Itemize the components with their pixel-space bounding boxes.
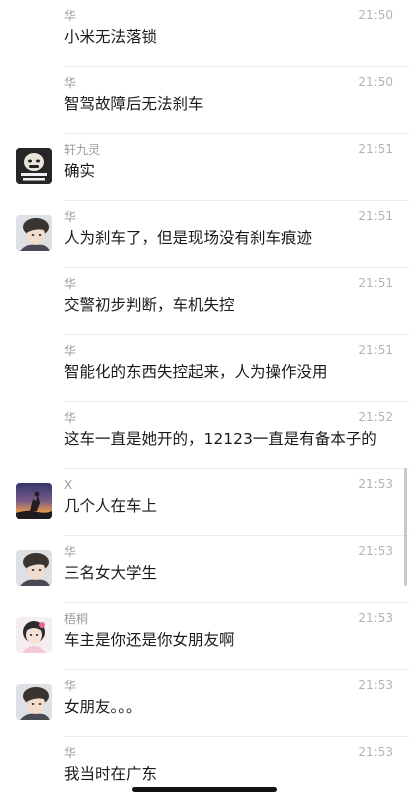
message-time: 21:53 bbox=[358, 544, 393, 558]
message-item[interactable]: 轩九灵 21:51 确实 bbox=[0, 134, 409, 201]
message-text: 这车一直是她开的，12123一直是有备本子的 bbox=[64, 430, 377, 448]
message-text: 小米无法落锁 bbox=[64, 28, 158, 46]
message-time: 21:51 bbox=[358, 209, 393, 223]
message-item[interactable]: 华 21:52 这车一直是她开的，12123一直是有备本子的 bbox=[0, 402, 409, 469]
message-time: 21:50 bbox=[358, 75, 393, 89]
sender-name: 华 bbox=[64, 344, 77, 358]
wutong-avatar-icon bbox=[16, 617, 52, 653]
avatar[interactable] bbox=[16, 148, 52, 184]
message-time: 21:53 bbox=[358, 678, 393, 692]
message-text: 人为刹车了，但是现场没有刹车痕迹 bbox=[64, 229, 313, 247]
avatar[interactable] bbox=[16, 215, 52, 251]
message-text: 我当时在广东 bbox=[64, 765, 158, 783]
avatar[interactable] bbox=[16, 483, 52, 519]
scrollbar[interactable] bbox=[404, 468, 407, 586]
message-item[interactable]: X 21:53 几个人在车上 bbox=[0, 469, 409, 536]
sender-name: 华 bbox=[64, 545, 77, 559]
message-time: 21:53 bbox=[358, 745, 393, 759]
message-item[interactable]: 梧桐 21:53 车主是你还是你女朋友啊 bbox=[0, 603, 409, 670]
message-text: 确实 bbox=[64, 162, 96, 180]
message-time: 21:51 bbox=[358, 276, 393, 290]
message-time: 21:50 bbox=[358, 8, 393, 22]
message-text: 车主是你还是你女朋友啊 bbox=[64, 631, 235, 649]
message-item[interactable]: 华 21:51 智能化的东西失控起来，人为操作没用 bbox=[0, 335, 409, 402]
message-time: 21:52 bbox=[358, 410, 393, 424]
message-text: 交警初步判断，车机失控 bbox=[64, 296, 235, 314]
sender-name: 华 bbox=[64, 210, 77, 224]
message-item[interactable]: 华 21:53 女朋友。。。 bbox=[0, 670, 409, 737]
chat-message-list[interactable]: 华 21:50 小米无法落锁 华 21:50 智驾故障后无法刹车 轩九灵 21:… bbox=[0, 0, 409, 800]
message-item[interactable]: 华 21:51 交警初步判断，车机失控 bbox=[0, 268, 409, 335]
message-text: 智驾故障后无法刹车 bbox=[64, 95, 204, 113]
hua-avatar-icon bbox=[16, 550, 52, 586]
message-time: 21:51 bbox=[358, 343, 393, 357]
sender-name: X bbox=[64, 478, 73, 492]
message-text: 三名女大学生 bbox=[64, 564, 158, 582]
sender-name: 华 bbox=[64, 9, 77, 23]
sender-name: 华 bbox=[64, 411, 77, 425]
message-text: 智能化的东西失控起来，人为操作没用 bbox=[64, 363, 328, 381]
sender-name: 华 bbox=[64, 76, 77, 90]
sender-name: 华 bbox=[64, 679, 77, 693]
sender-name: 梧桐 bbox=[64, 612, 89, 626]
message-text: 女朋友。。。 bbox=[64, 698, 142, 716]
x-avatar-icon bbox=[16, 483, 52, 519]
hua-avatar-icon bbox=[16, 215, 52, 251]
avatar[interactable] bbox=[16, 550, 52, 586]
message-item[interactable]: 华 21:51 人为刹车了，但是现场没有刹车痕迹 bbox=[0, 201, 409, 268]
message-time: 21:53 bbox=[358, 611, 393, 625]
xuan-avatar-icon bbox=[16, 148, 52, 184]
home-indicator[interactable] bbox=[132, 787, 277, 792]
message-item[interactable]: 华 21:53 三名女大学生 bbox=[0, 536, 409, 603]
sender-name: 华 bbox=[64, 746, 77, 760]
hua-avatar-icon bbox=[16, 684, 52, 720]
avatar[interactable] bbox=[16, 617, 52, 653]
avatar[interactable] bbox=[16, 684, 52, 720]
message-item[interactable]: 华 21:50 智驾故障后无法刹车 bbox=[0, 67, 409, 134]
message-time: 21:51 bbox=[358, 142, 393, 156]
message-item[interactable]: 华 21:50 小米无法落锁 bbox=[0, 0, 409, 67]
message-time: 21:53 bbox=[358, 477, 393, 491]
message-text: 几个人在车上 bbox=[64, 497, 158, 515]
sender-name: 轩九灵 bbox=[64, 143, 101, 157]
sender-name: 华 bbox=[64, 277, 77, 291]
